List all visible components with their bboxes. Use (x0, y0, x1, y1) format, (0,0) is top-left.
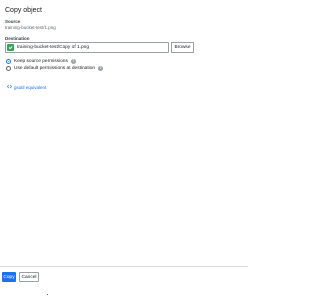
valid-check-icon (7, 44, 14, 51)
footer-divider (0, 266, 248, 267)
help-icon[interactable]: ? (70, 59, 76, 64)
dialog-footer: Copy Cancel (2, 272, 39, 282)
cancel-button[interactable]: Cancel (19, 272, 39, 282)
browse-button[interactable]: Browse (171, 42, 194, 53)
help-icon[interactable]: ? (98, 66, 104, 71)
cursor-mark (47, 294, 48, 295)
radio-unchecked-icon[interactable] (6, 66, 11, 71)
radio-label: Use default permissions at destination (14, 66, 96, 71)
dialog-title: Copy object (5, 7, 42, 14)
code-icon (7, 84, 12, 90)
destination-input[interactable]: training-bucket-test/Copy of 1.png (5, 42, 169, 53)
gsutil-link-label: gsutil equivalent (14, 84, 47, 90)
radio-checked-icon[interactable] (6, 59, 11, 64)
source-label: Source (5, 19, 21, 24)
source-value: training-bucket-test/1.png (5, 25, 56, 30)
radio-label: Keep source permissions (14, 59, 68, 64)
radio-default-permissions[interactable]: Use default permissions at destination ? (6, 66, 104, 71)
destination-row: training-bucket-test/Copy of 1.png Brows… (5, 42, 194, 53)
copy-button[interactable]: Copy (2, 272, 16, 282)
destination-value: training-bucket-test/Copy of 1.png (17, 45, 89, 50)
radio-keep-source-permissions[interactable]: Keep source permissions ? (6, 59, 76, 64)
gsutil-equivalent-link[interactable]: gsutil equivalent (7, 84, 46, 90)
destination-label: Destination (5, 36, 30, 41)
